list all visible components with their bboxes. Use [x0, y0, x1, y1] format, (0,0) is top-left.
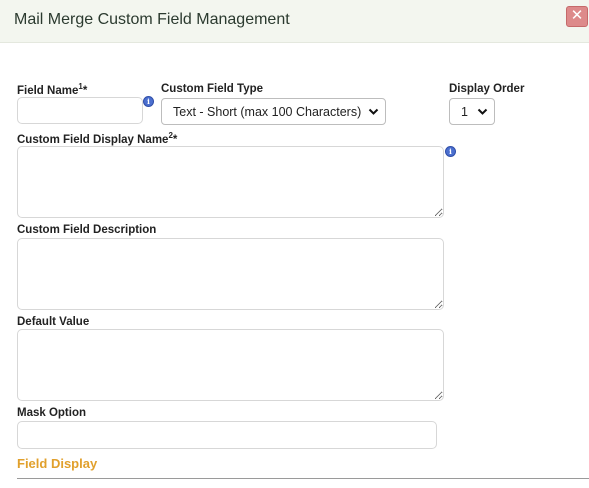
field-display-heading: Field Display: [17, 456, 98, 471]
mask-option-input[interactable]: [17, 421, 437, 449]
field-name-label: Field Name1*: [17, 82, 88, 97]
display-order-label: Display Order: [449, 83, 525, 95]
custom-field-type-select[interactable]: Text - Short (max 100 Characters): [161, 98, 386, 125]
display-name-textarea[interactable]: [17, 146, 444, 218]
close-button[interactable]: ✕: [566, 6, 588, 27]
mask-option-label: Mask Option: [17, 407, 87, 419]
display-order-value: 1: [461, 105, 468, 119]
default-value-label: Default Value: [17, 316, 90, 328]
info-icon[interactable]: i: [445, 146, 456, 157]
info-icon[interactable]: i: [143, 96, 154, 107]
dialog-header: Mail Merge Custom Field Management ✕: [0, 0, 589, 43]
field-name-input[interactable]: [17, 97, 143, 124]
section-divider: [17, 478, 589, 479]
close-icon: ✕: [570, 7, 584, 24]
display-order-select[interactable]: 1: [449, 98, 495, 125]
custom-field-type-label: Custom Field Type: [161, 83, 264, 95]
chevron-down-icon: [368, 108, 379, 115]
default-value-textarea[interactable]: [17, 329, 444, 401]
description-label: Custom Field Description: [17, 224, 157, 236]
custom-field-type-value: Text - Short (max 100 Characters): [173, 105, 362, 119]
description-textarea[interactable]: [17, 238, 444, 310]
dialog-title: Mail Merge Custom Field Management: [14, 11, 290, 28]
chevron-down-icon: [477, 108, 488, 115]
display-name-label: Custom Field Display Name2*: [17, 131, 178, 146]
